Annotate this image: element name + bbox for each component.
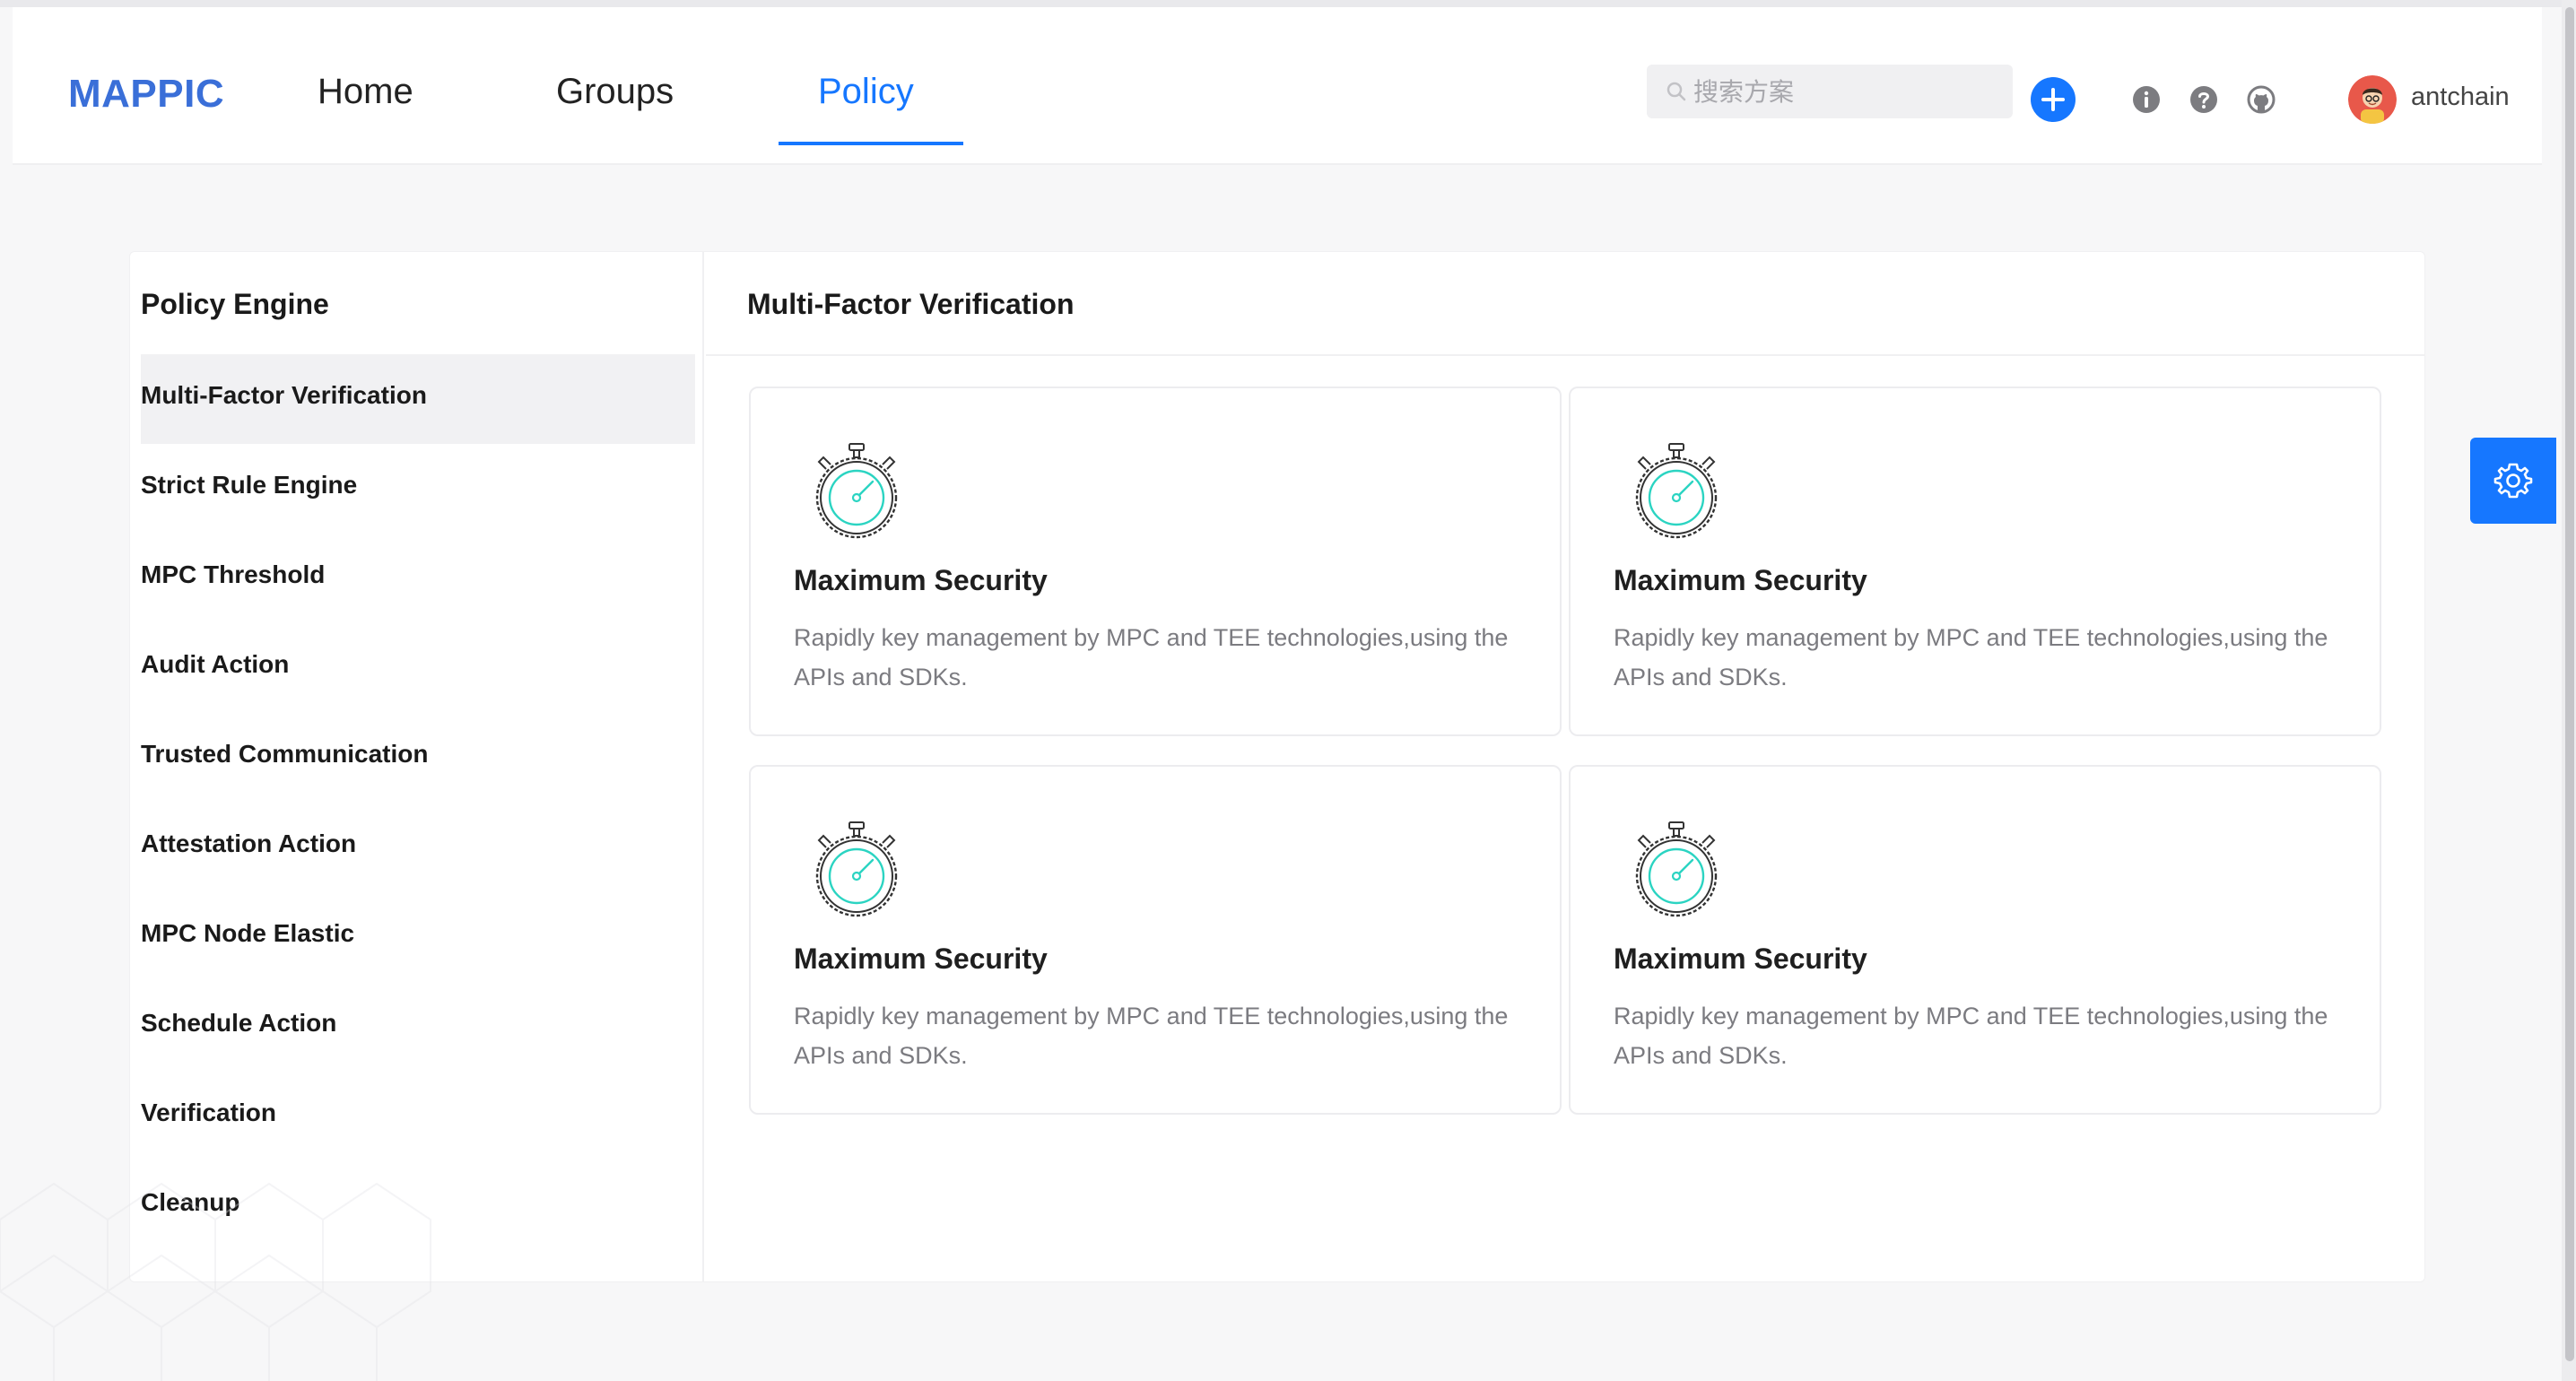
card-title: Maximum Security <box>794 564 1048 596</box>
card-title: Maximum Security <box>1614 564 1867 596</box>
sidebar-item-mpc-node-elastic[interactable]: MPC Node Elastic <box>141 892 695 982</box>
sidebar-item-mpc-threshold[interactable]: MPC Threshold <box>141 534 695 623</box>
stopwatch-icon <box>815 821 898 917</box>
nav-home[interactable]: Home <box>318 72 413 112</box>
scrollbar-thumb[interactable] <box>2565 7 2574 1361</box>
page: MAPPIC Home Groups Policy 搜索方案 antchain … <box>0 0 2576 1381</box>
background-pattern <box>0 1182 431 1381</box>
search-box[interactable] <box>1647 65 2013 118</box>
card-description: Rapidly key management by MPC and TEE te… <box>794 1003 1509 1069</box>
window-top-strip <box>0 0 2576 7</box>
github-icon[interactable] <box>2246 84 2276 115</box>
stopwatch-icon <box>1635 821 1718 917</box>
sidebar-item-strict-rule-engine[interactable]: Strict Rule Engine <box>141 444 695 534</box>
sidebar-item-label: Audit Action <box>141 650 290 678</box>
add-button[interactable] <box>2031 77 2076 122</box>
sidebar: Policy Engine Multi-Factor Verification … <box>130 252 704 1281</box>
sidebar-item-label: MPC Threshold <box>141 560 326 588</box>
policy-card[interactable]: Maximum Security Rapidly key management … <box>1569 765 2381 1115</box>
settings-button[interactable] <box>2470 438 2556 524</box>
nav-policy[interactable]: Policy <box>818 72 914 112</box>
search-input[interactable] <box>1693 65 1998 118</box>
sidebar-item-label: Trusted Communication <box>141 740 429 768</box>
page-scrollbar[interactable] <box>2562 0 2576 1381</box>
card-description: Rapidly key management by MPC and TEE te… <box>1614 1003 2328 1069</box>
content-title: Multi-Factor Verification <box>747 288 1075 320</box>
plus-icon <box>2041 88 2065 111</box>
app-logo[interactable]: MAPPIC <box>68 72 224 117</box>
policy-card[interactable]: Maximum Security Rapidly key management … <box>749 387 1562 736</box>
sidebar-item-attestation-action[interactable]: Attestation Action <box>141 803 695 892</box>
sidebar-item-trusted-communication[interactable]: Trusted Communication <box>141 713 695 803</box>
card-description: Rapidly key management by MPC and TEE te… <box>794 624 1509 690</box>
info-icon[interactable] <box>2131 84 2162 115</box>
username[interactable]: antchain <box>2411 83 2510 112</box>
sidebar-item-label: Verification <box>141 1099 276 1126</box>
sidebar-item-label: Multi-Factor Verification <box>141 381 427 409</box>
gear-icon <box>2493 463 2533 499</box>
sidebar-item-schedule-action[interactable]: Schedule Action <box>141 982 695 1072</box>
policy-card[interactable]: Maximum Security Rapidly key management … <box>1569 387 2381 736</box>
sidebar-item-label: Strict Rule Engine <box>141 471 358 499</box>
sidebar-item-audit-action[interactable]: Audit Action <box>141 623 695 713</box>
sidebar-title: Policy Engine <box>141 288 329 320</box>
sidebar-item-multi-factor-verification[interactable]: Multi-Factor Verification <box>141 354 695 444</box>
content-divider <box>706 354 2424 356</box>
avatar[interactable] <box>2348 75 2397 124</box>
nav-groups[interactable]: Groups <box>556 72 674 112</box>
sidebar-item-label: MPC Node Elastic <box>141 919 355 947</box>
sidebar-item-label: Attestation Action <box>141 829 357 857</box>
card-title: Maximum Security <box>794 942 1048 975</box>
policy-card[interactable]: Maximum Security Rapidly key management … <box>749 765 1562 1115</box>
sidebar-item-label: Schedule Action <box>141 1009 337 1037</box>
stopwatch-icon <box>1635 443 1718 539</box>
policy-panel: Policy Engine Multi-Factor Verification … <box>129 251 2425 1282</box>
nav-active-indicator <box>779 142 963 145</box>
card-description: Rapidly key management by MPC and TEE te… <box>1614 624 2328 690</box>
search-icon <box>1667 82 1686 101</box>
sidebar-item-verification[interactable]: Verification <box>141 1072 695 1161</box>
stopwatch-icon <box>815 443 898 539</box>
question-icon[interactable] <box>2189 84 2219 115</box>
card-title: Maximum Security <box>1614 942 1867 975</box>
top-navbar: MAPPIC Home Groups Policy 搜索方案 antchain <box>13 7 2542 165</box>
